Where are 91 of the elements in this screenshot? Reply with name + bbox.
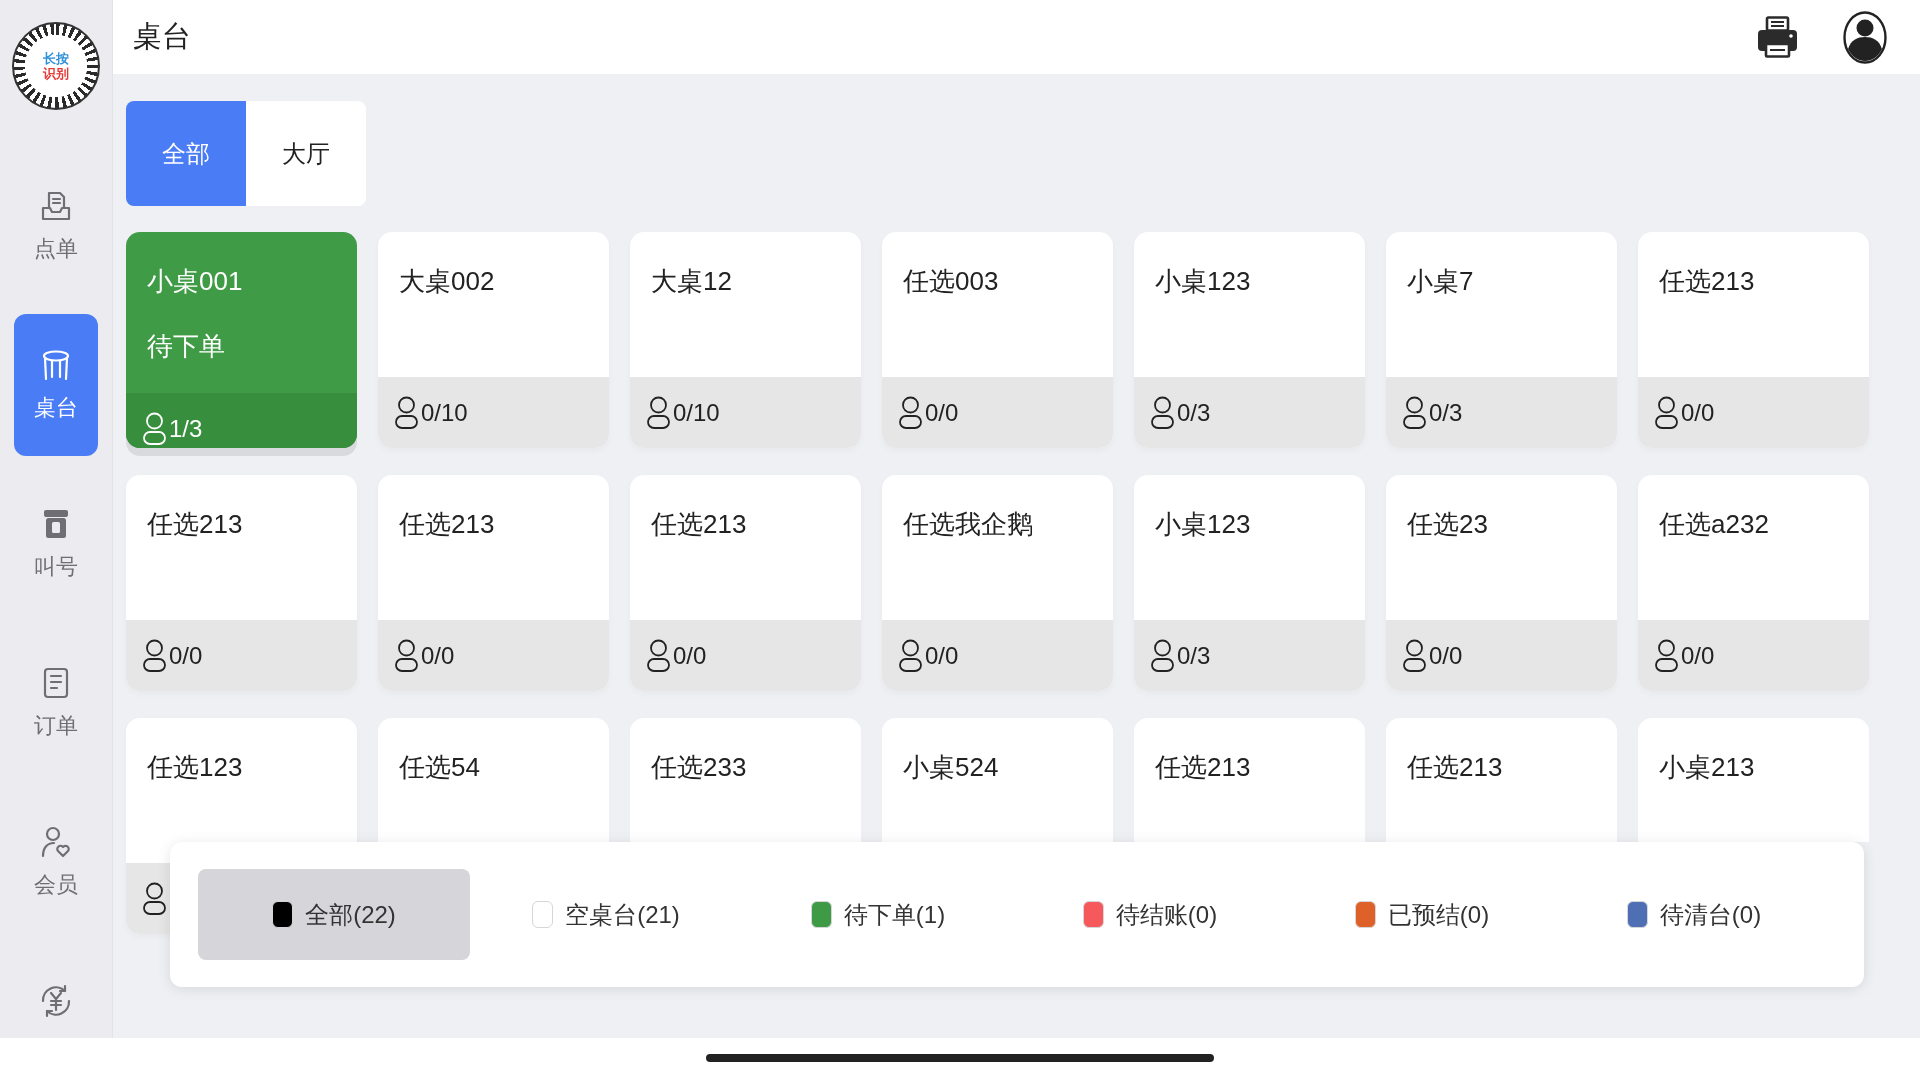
table-name: 任选我企鹅 — [903, 509, 1033, 540]
table-name: 小桌123 — [1155, 509, 1251, 540]
table-card[interactable]: 小桌123 0/3 — [1134, 475, 1365, 691]
status-filter[interactable]: 空桌台(21) — [470, 869, 742, 960]
table-card[interactable]: 任选213 0/0 — [126, 475, 357, 691]
status-filter[interactable]: 待清台(0) — [1558, 869, 1830, 960]
nav-item[interactable]: 会员 — [14, 791, 98, 933]
person-icon — [143, 882, 166, 915]
person-icon — [899, 639, 922, 672]
person-icon — [1655, 639, 1678, 672]
guest-count: 0/0 — [925, 641, 959, 671]
guest-count: 0/0 — [169, 641, 203, 671]
person-icon — [1151, 639, 1174, 672]
person-icon — [395, 639, 418, 672]
person-icon — [1655, 396, 1678, 429]
status-filter[interactable]: 待下单(1) — [742, 869, 1014, 960]
table-name: 任选a232 — [1659, 509, 1769, 540]
table-card[interactable]: 任选213 0/0 — [630, 475, 861, 691]
table-name: 任选213 — [399, 509, 495, 540]
table-name: 任选23 — [1407, 509, 1488, 540]
avatar-icon[interactable] — [1843, 10, 1887, 64]
person-icon — [1403, 396, 1426, 429]
person-icon — [395, 396, 418, 429]
table-name: 任选213 — [1407, 752, 1503, 783]
area-tab[interactable]: 大厅 — [246, 101, 366, 206]
person-icon — [647, 396, 670, 429]
table-card[interactable]: 小桌213 — [1638, 718, 1869, 842]
table-card[interactable]: 任选54 — [378, 718, 609, 842]
receipt-tray-icon — [39, 189, 73, 223]
table-name: 任选54 — [399, 752, 480, 783]
guest-count: 0/0 — [1681, 398, 1715, 428]
table-name: 小桌7 — [1407, 266, 1474, 297]
table-name: 小桌524 — [903, 752, 999, 783]
guest-count: 0/0 — [673, 641, 707, 671]
table-status: 待下单 — [147, 331, 225, 362]
guest-count: 0/3 — [1429, 398, 1463, 428]
guest-count: 0/3 — [1177, 398, 1211, 428]
person-icon — [1151, 396, 1174, 429]
guest-count: 0/0 — [1429, 641, 1463, 671]
guest-count: 0/0 — [421, 641, 455, 671]
table-card[interactable]: 大桌002 0/10 — [378, 232, 609, 448]
table-card[interactable]: 小桌123 0/3 — [1134, 232, 1365, 448]
page-title: 桌台 — [133, 19, 191, 54]
table-card[interactable]: 任选213 — [1386, 718, 1617, 842]
table-name: 任选003 — [903, 266, 999, 297]
table-card[interactable]: 任选23 0/0 — [1386, 475, 1617, 691]
table-card[interactable]: 小桌524 — [882, 718, 1113, 842]
table-card[interactable]: 任选213 0/0 — [378, 475, 609, 691]
table-name: 任选123 — [147, 752, 243, 783]
table-card[interactable]: 任选213 — [1134, 718, 1365, 842]
person-icon — [143, 412, 166, 445]
person-icon — [899, 396, 922, 429]
table-card[interactable]: 任选213 0/0 — [1638, 232, 1869, 448]
table-card[interactable]: 任选a232 0/0 — [1638, 475, 1869, 691]
table-name: 任选213 — [651, 509, 747, 540]
nav-item[interactable]: 桌台 — [14, 314, 98, 456]
status-filter[interactable]: 全部(22) — [198, 869, 470, 960]
guest-count: 0/10 — [421, 398, 468, 428]
guest-count: 0/10 — [673, 398, 720, 428]
table-name: 小桌123 — [1155, 266, 1251, 297]
table-card[interactable]: 任选我企鹅 0/0 — [882, 475, 1113, 691]
table-name: 大桌002 — [399, 266, 495, 297]
table-name: 小桌001 — [147, 266, 243, 297]
table-name: 任选213 — [1659, 266, 1755, 297]
person-icon — [143, 639, 166, 672]
logo-text: 识别 — [43, 66, 69, 81]
guest-count: 0/0 — [1681, 641, 1715, 671]
guest-count: 1/3 — [169, 414, 203, 444]
yen-refresh-icon — [39, 984, 73, 1018]
table-name: 小桌213 — [1659, 752, 1755, 783]
table-card[interactable]: 任选233 — [630, 718, 861, 842]
printer-icon[interactable] — [1757, 16, 1798, 58]
area-tab[interactable]: 全部 — [126, 101, 246, 206]
person-icon — [647, 639, 670, 672]
guest-count: 0/3 — [1177, 641, 1211, 671]
table-name: 任选213 — [147, 509, 243, 540]
nav-item[interactable]: 叫号 — [14, 473, 98, 615]
guest-count: 0/0 — [925, 398, 959, 428]
member-icon — [39, 825, 73, 859]
logo-text: 长按 — [43, 51, 69, 66]
table-name: 任选233 — [651, 752, 747, 783]
table-name: 任选213 — [1155, 752, 1251, 783]
nav-item[interactable]: 点单 — [14, 155, 98, 297]
table-card[interactable]: 小桌7 0/3 — [1386, 232, 1617, 448]
nav-item[interactable]: 订单 — [14, 632, 98, 774]
table-card[interactable]: 任选003 0/0 — [882, 232, 1113, 448]
table-name: 大桌12 — [651, 266, 732, 297]
status-filter[interactable]: 已预结(0) — [1286, 869, 1558, 960]
table-card[interactable]: 大桌12 0/10 — [630, 232, 861, 448]
person-icon — [1403, 639, 1426, 672]
status-filter[interactable]: 待结账(0) — [1014, 869, 1286, 960]
